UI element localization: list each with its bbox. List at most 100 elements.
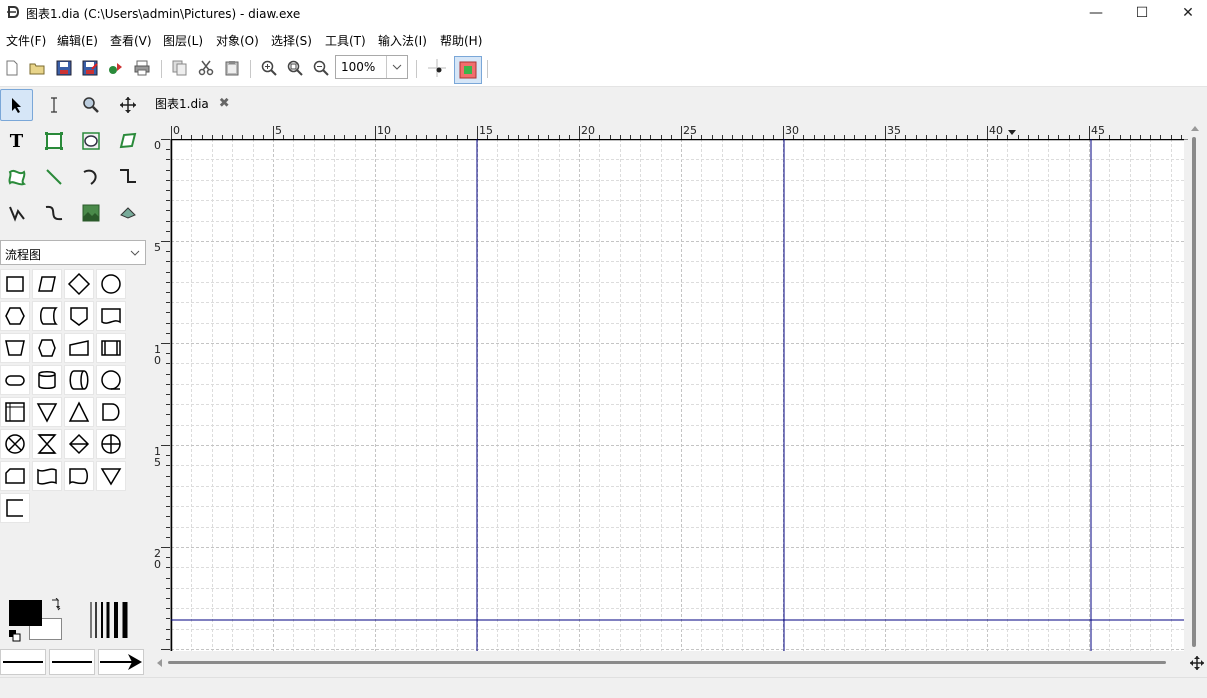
ruler-label: 0 [154,354,161,367]
menu-layers[interactable]: 图层(L) [163,32,203,49]
zoom-in-icon[interactable] [260,59,278,77]
flowchart-manual-operation-shape[interactable] [0,333,30,363]
flowchart-stored-data-shape[interactable] [32,301,62,331]
minimize-button[interactable]: — [1073,0,1119,26]
snap-to-grid-icon[interactable] [428,59,446,77]
export-icon[interactable] [107,59,125,77]
flowchart-collate-shape[interactable] [32,429,62,459]
flowchart-summing-junction-shape[interactable] [0,429,30,459]
flowchart-decision-shape[interactable] [64,269,94,299]
magnify-tool[interactable] [74,89,107,121]
print-icon[interactable] [133,59,151,77]
scroll-tool[interactable] [111,89,144,121]
flowchart-paper-tape-shape[interactable] [32,461,62,491]
flowchart-display-shape[interactable] [64,461,94,491]
save-icon[interactable] [55,59,73,77]
flowchart-annotation-icon [6,499,23,517]
open-folder-icon[interactable] [28,59,46,77]
save-as-icon[interactable] [81,59,99,77]
menu-objects[interactable]: 对象(O) [216,32,259,49]
flowchart-extract-shape[interactable] [64,397,94,427]
menu-select[interactable]: 选择(S) [271,32,312,49]
swap-colors-icon[interactable] [49,597,63,615]
start-arrow-selector[interactable] [0,649,46,675]
flowchart-document-shape[interactable] [96,301,126,331]
copy-icon[interactable] [171,59,189,77]
flowchart-sort-shape[interactable] [64,429,94,459]
zoom-out-icon[interactable] [312,59,330,77]
flowchart-manual-input-shape[interactable] [64,333,94,363]
chevron-down-icon[interactable] [386,56,407,78]
horizontal-scrollbar[interactable] [151,651,1207,673]
outline-tool[interactable] [111,197,144,229]
flowchart-predefined-process-shape[interactable] [96,333,126,363]
polygon-tool[interactable] [111,125,144,157]
flowchart-manual-triangle-shape[interactable] [96,461,126,491]
text-edit-tool[interactable] [37,89,70,121]
flowchart-merge-shape[interactable] [32,397,62,427]
diagram-canvas[interactable] [171,139,1184,651]
close-window-button[interactable]: ✕ [1165,0,1207,26]
magnify-icon [82,97,99,113]
image-tool[interactable] [74,197,107,229]
flowchart-database-shape[interactable] [32,365,62,395]
flowchart-connector-shape[interactable] [96,269,126,299]
flowchart-or-shape[interactable] [96,429,126,459]
close-tab-icon[interactable]: ✖ [219,96,230,111]
flowchart-offpage-shape[interactable] [64,301,94,331]
flowchart-terminal-shape[interactable] [0,365,30,395]
flowchart-sequential-access-shape[interactable] [96,365,126,395]
tab-diagram1[interactable]: 图表1.dia ✖ [151,89,234,117]
flowchart-manual-triangle-icon [100,468,122,486]
sheet-selector[interactable]: 流程图 [0,240,146,265]
line-style-selector[interactable] [49,649,95,675]
menu-view[interactable]: 查看(V) [110,32,152,49]
pointer-tool[interactable] [0,89,33,121]
zoom-value[interactable]: 100% [341,60,375,74]
menu-edit[interactable]: 编辑(E) [57,32,98,49]
paste-icon[interactable] [223,59,241,77]
flowchart-hexagon-shape[interactable] [32,333,62,363]
flowchart-direct-access-shape[interactable] [64,365,94,395]
flowchart-annotation-shape[interactable] [0,493,30,523]
default-colors-icon[interactable] [9,630,21,645]
flowchart-process-shape[interactable] [0,269,30,299]
flowchart-collate-icon [37,434,57,454]
end-arrow-selector[interactable] [98,649,144,675]
window-title: 图表1.dia (C:\Users\admin\Pictures) - diaw… [26,7,301,21]
bezierline-tool[interactable] [37,197,70,229]
zigzagline-tool[interactable] [111,161,144,193]
arc-tool[interactable] [74,161,107,193]
horizontal-scroll-thumb[interactable] [168,661,1166,664]
flowchart-card-shape[interactable] [0,461,30,491]
menu-help[interactable]: 帮助(H) [440,32,482,49]
flowchart-data-shape[interactable] [32,269,62,299]
text-tool[interactable]: T [0,125,33,157]
line-tool[interactable] [37,161,70,193]
menu-tools[interactable]: 工具(T) [325,32,366,49]
line-width-icon[interactable] [89,600,131,643]
flowchart-database-icon [38,371,56,389]
toolbox-panel: T 流程图 [0,87,147,677]
flowchart-delay-shape[interactable] [96,397,126,427]
box-tool[interactable] [37,125,70,157]
menu-input-method[interactable]: 输入法(I) [378,32,427,49]
vertical-scroll-thumb[interactable] [1192,137,1196,647]
chevron-down-icon[interactable] [125,241,145,264]
snap-to-objects-icon[interactable] [454,56,482,84]
polyline-tool[interactable] [0,197,33,229]
flowchart-preparation-shape[interactable] [0,301,30,331]
ellipse-tool[interactable] [74,125,107,157]
zoom-combobox[interactable]: 100% [335,55,408,79]
maximize-button[interactable]: ☐ [1119,0,1165,26]
new-file-icon[interactable] [3,59,21,77]
polygon-icon [119,132,136,149]
zoom-fit-icon[interactable] [286,59,304,77]
menu-file[interactable]: 文件(F) [6,32,46,49]
cut-icon[interactable] [197,59,215,77]
beziergon-tool[interactable] [0,161,33,193]
vertical-scrollbar[interactable] [1188,120,1207,651]
flowchart-internal-storage-shape[interactable] [0,397,30,427]
document-tab-bar: 图表1.dia ✖ [147,87,1207,119]
text-t-icon: T [9,130,24,152]
